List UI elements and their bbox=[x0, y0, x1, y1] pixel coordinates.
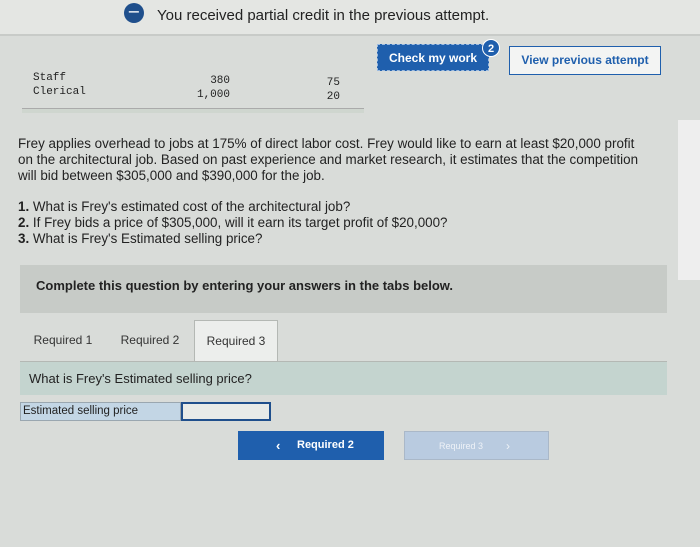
next-required-button[interactable]: Required 3 › bbox=[404, 431, 549, 460]
list-item: 2. If Frey bids a price of $305,000, wil… bbox=[18, 215, 448, 230]
active-question-text: What is Frey's Estimated selling price? bbox=[29, 371, 252, 386]
previous-button-label: Required 2 bbox=[297, 439, 354, 451]
check-count-badge: 2 bbox=[482, 39, 500, 57]
table-row-label: Clerical bbox=[33, 86, 86, 98]
chevron-left-icon: ‹ bbox=[276, 438, 281, 453]
instruction-text: Complete this question by entering your … bbox=[36, 278, 454, 293]
banner-text: You received partial credit in the previ… bbox=[157, 7, 490, 24]
previous-required-button[interactable]: ‹ Required 2 bbox=[238, 431, 384, 460]
minus-circle-icon: − bbox=[124, 3, 144, 23]
view-previous-attempt-button[interactable]: View previous attempt bbox=[509, 46, 661, 75]
header-divider bbox=[0, 34, 700, 36]
check-my-work-button[interactable]: Check my work bbox=[377, 44, 489, 71]
tab-required-2[interactable]: Required 2 bbox=[108, 320, 192, 361]
chevron-right-icon: › bbox=[506, 439, 510, 453]
estimated-selling-price-label: Estimated selling price bbox=[20, 402, 181, 421]
screen-glare bbox=[678, 120, 700, 280]
next-button-label: Required 3 bbox=[439, 441, 484, 451]
tab-required-3[interactable]: Required 3 bbox=[194, 320, 278, 361]
question-list: 1. What is Frey's estimated cost of the … bbox=[18, 199, 448, 247]
partial-credit-banner: − You received partial credit in the pre… bbox=[0, 0, 700, 36]
active-question-bar: What is Frey's Estimated selling price? bbox=[20, 362, 667, 395]
table-cell: 20 bbox=[326, 91, 340, 103]
list-item: 3. What is Frey's Estimated selling pric… bbox=[18, 231, 263, 246]
table-cell: 75 bbox=[326, 77, 340, 89]
table-row-label: Staff bbox=[33, 72, 67, 84]
table-cell: 380 bbox=[210, 75, 230, 87]
problem-paragraph: Frey applies overhead to jobs at 175% of… bbox=[18, 136, 639, 183]
list-item: 1. What is Frey's estimated cost of the … bbox=[18, 199, 351, 214]
estimated-selling-price-input[interactable] bbox=[181, 402, 271, 421]
table-bottom-border bbox=[22, 108, 364, 113]
table-cell: 1,000 bbox=[196, 89, 230, 101]
tab-required-1[interactable]: Required 1 bbox=[20, 320, 106, 361]
instruction-box: Complete this question by entering your … bbox=[20, 265, 667, 313]
